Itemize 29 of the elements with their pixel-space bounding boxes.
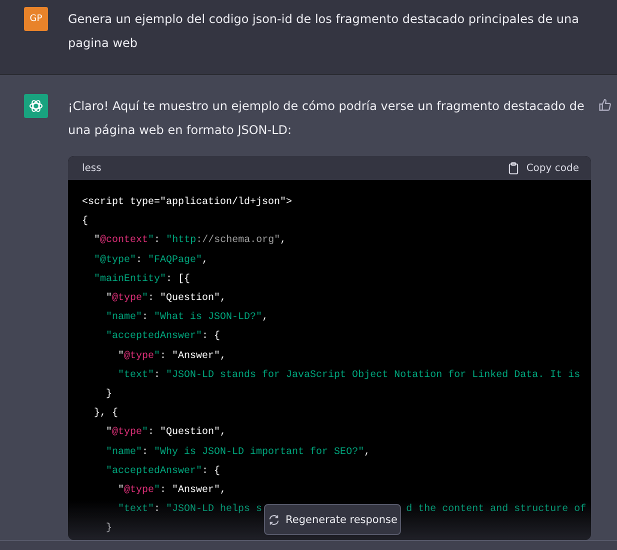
thumbs-up-icon[interactable] bbox=[598, 98, 612, 112]
refresh-icon bbox=[268, 514, 280, 526]
code-line: "@type": "Answer", bbox=[117, 484, 226, 498]
user-message: Genera un ejemplo del codigo json-id de los fragmento destacado principales de una pagina web bbox=[68, 11, 580, 52]
code-line: "text": "JSON-LD stands for JavaScript Object Notation for Linked Data. It is bbox=[117, 368, 580, 383]
code-line: "acceptedAnswer": { bbox=[105, 330, 220, 344]
code-line: "@type": "Question", bbox=[105, 426, 226, 440]
clipboard-icon bbox=[507, 162, 520, 174]
code-line: "name": "Why is JSON-LD important for SEO?", bbox=[105, 446, 370, 460]
user-avatar: GP bbox=[24, 7, 48, 31]
regenerate-response-button[interactable]: Regenerate response bbox=[264, 504, 401, 535]
code-line: <script type="application/ld+json"> bbox=[82, 196, 292, 210]
code-line: "@type": "Question", bbox=[105, 292, 226, 306]
code-line: { bbox=[82, 214, 88, 230]
code-line: "name": "What is JSON-LD?", bbox=[105, 310, 268, 326]
assistant-message: ¡Claro! Aquí te muestro un ejemplo de cómo podría verse un fragmento destacado de una página web en formato JSON-LD: bbox=[68, 98, 586, 139]
code-line: "@context": "http://schema.org", bbox=[93, 234, 286, 248]
code-line: } bbox=[105, 388, 112, 402]
code-line: "@type": "FAQPage", bbox=[93, 254, 208, 268]
code-line: "acceptedAnswer": { bbox=[105, 464, 220, 479]
code-line: }, { bbox=[93, 406, 118, 422]
code-fragment: d the content and structure of bbox=[406, 504, 586, 516]
code-line: } bbox=[105, 522, 112, 536]
code-line: "text": "JSON-LD helps s bbox=[117, 504, 262, 516]
copy-code-button[interactable]: Copy code bbox=[507, 162, 579, 174]
assistant-avatar-icon bbox=[24, 94, 48, 118]
code-language: less bbox=[82, 162, 102, 174]
code-line: "@type": "Answer", bbox=[117, 350, 226, 364]
code-line: "mainEntity": [{ bbox=[93, 272, 190, 287]
